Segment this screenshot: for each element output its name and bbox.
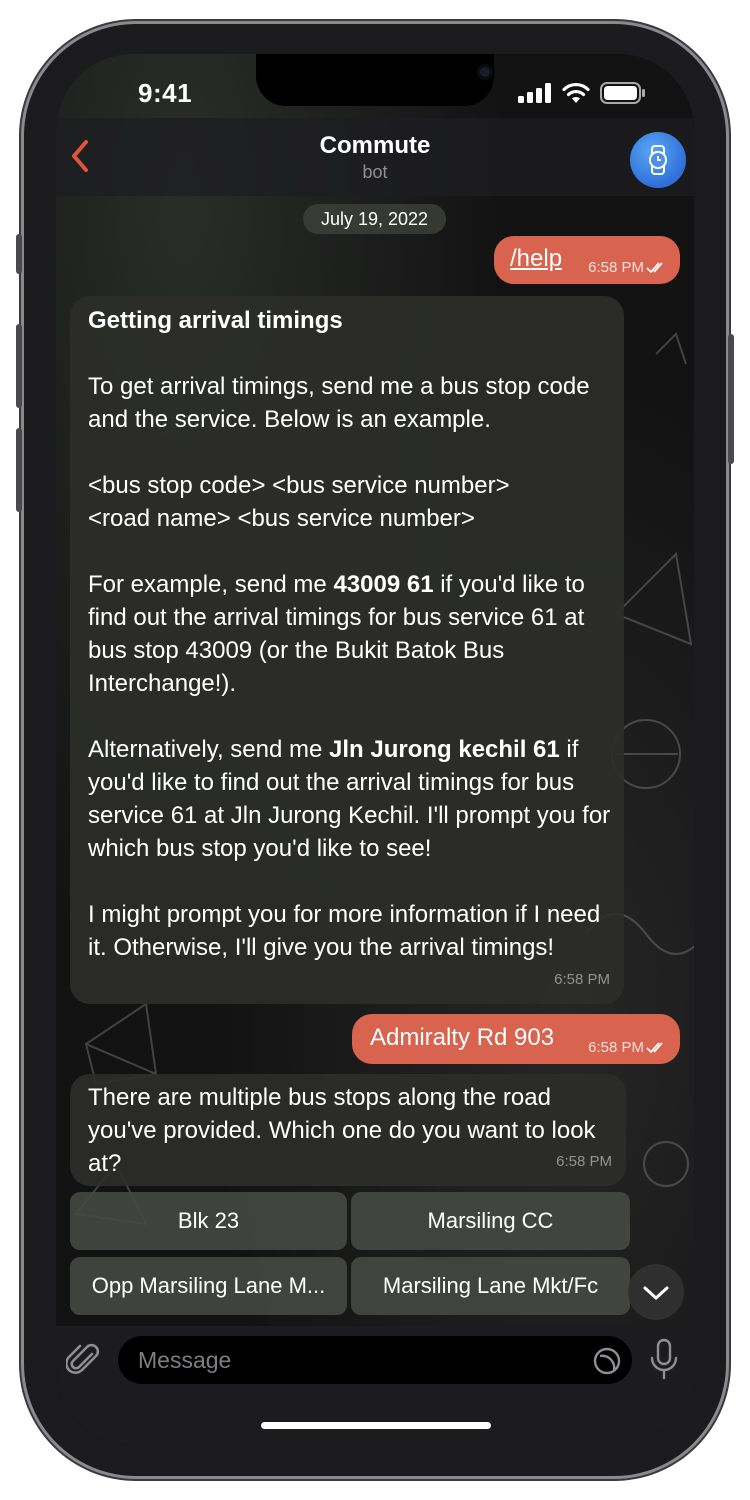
text-span: For example, send me <box>88 571 334 598</box>
outgoing-message-help[interactable]: /help 6:58 PM <box>494 236 680 284</box>
sticker-icon[interactable] <box>592 1346 622 1376</box>
message-placeholder: Message <box>138 1347 232 1373</box>
message-time: 6:58 PM <box>554 971 610 988</box>
keyboard-button-marsiling-lane-mkt[interactable]: Marsiling Lane Mkt/Fc <box>351 1257 630 1315</box>
message-meta: 6:58 PM <box>588 1039 668 1056</box>
paperclip-icon[interactable] <box>66 1340 102 1380</box>
message-field[interactable]: Message <box>118 1336 632 1384</box>
message-text: There are multiple bus stops along the r… <box>88 1084 596 1177</box>
keyboard-button-marsiling-cc[interactable]: Marsiling CC <box>351 1192 630 1250</box>
paragraph: For example, send me 43009 61 if you'd l… <box>88 568 616 700</box>
message-time: 6:58 PM <box>556 1153 612 1170</box>
watch-icon <box>649 145 667 175</box>
message-heading: Getting arrival timings <box>88 307 343 334</box>
message-text: Admiralty Rd 903 <box>370 1024 555 1051</box>
outgoing-message-road[interactable]: Admiralty Rd 903 6:58 PM <box>352 1014 680 1064</box>
paragraph: <bus stop code> <bus service number> <box>88 472 510 499</box>
volume-down-button <box>16 428 22 512</box>
battery-icon <box>600 82 645 104</box>
command-link[interactable]: /help <box>510 245 562 273</box>
incoming-message-choose-stop[interactable]: There are multiple bus stops along the r… <box>70 1074 626 1186</box>
double-check-icon <box>646 1041 663 1053</box>
paragraph: To get arrival timings, send me a bus st… <box>88 373 590 433</box>
chat-title[interactable]: Commute <box>56 132 694 160</box>
wifi-icon <box>562 82 590 103</box>
double-check-icon <box>646 261 663 273</box>
paragraph: Alternatively, send me Jln Jurong kechil… <box>88 733 616 865</box>
bold-example: Jln Jurong kechil 61 <box>329 736 560 763</box>
text-span: Alternatively, send me <box>88 736 329 763</box>
keyboard-button-opp-marsiling-lane[interactable]: Opp Marsiling Lane M... <box>70 1257 347 1315</box>
status-icons <box>518 82 646 104</box>
chevron-down-icon <box>643 1286 669 1300</box>
paragraph: <road name> <bus service number> <box>88 505 475 532</box>
chat-subtitle: bot <box>362 162 388 182</box>
microphone-icon[interactable] <box>648 1338 680 1382</box>
volume-up-button <box>16 324 22 408</box>
paragraph: I might prompt you for more information … <box>88 901 601 961</box>
home-indicator <box>261 1422 491 1429</box>
status-time: 9:41 <box>138 78 193 108</box>
message-time: 6:58 PM <box>588 259 644 276</box>
scroll-down-button[interactable] <box>628 1264 684 1320</box>
bot-avatar[interactable] <box>630 132 686 188</box>
incoming-message-help[interactable]: Getting arrival timings To get arrival t… <box>70 296 624 1004</box>
message-time: 6:58 PM <box>588 1039 644 1056</box>
message-body: Getting arrival timings To get arrival t… <box>88 304 616 964</box>
date-chip: July 19, 2022 <box>303 204 446 234</box>
power-button <box>728 334 734 464</box>
keyboard-button-blk-23[interactable]: Blk 23 <box>70 1192 347 1250</box>
screen: 9:41 Commute bot July 19, 2022 /help 6:5… <box>56 54 694 1444</box>
chat-header: Commute bot <box>56 118 694 196</box>
signal-icon <box>518 83 551 103</box>
message-meta: 6:58 PM <box>588 259 668 276</box>
status-bar: 9:41 <box>56 54 694 114</box>
bold-example: 43009 61 <box>333 571 434 598</box>
mute-switch <box>16 234 22 274</box>
